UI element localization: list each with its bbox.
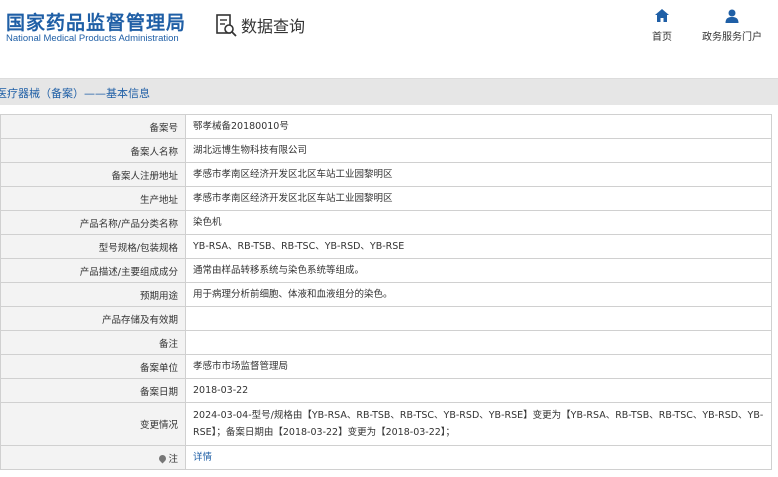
row-value: 2018-03-22 [185, 378, 772, 403]
site-logo-title[interactable]: 国家药品监督管理局 [6, 8, 186, 35]
row-value: 通常由样品转移系统与染色系统等组成。 [185, 258, 772, 283]
note-label-cell: 注 [0, 445, 186, 470]
data-query-label: 数据查询 [241, 17, 306, 36]
table-row: 备案人注册地址 孝感市孝南区经济开发区北区车站工业园黎明区 [0, 162, 772, 187]
row-value: YB-RSA、RB-TSB、RB-TSC、YB-RSD、YB-RSE [185, 234, 772, 259]
row-label: 备注 [0, 330, 186, 355]
row-label: 备案人名称 [0, 138, 186, 163]
row-value: 孝感市市场监督管理局 [185, 354, 772, 379]
row-label: 产品存储及有效期 [0, 306, 186, 331]
row-label: 产品名称/产品分类名称 [0, 210, 186, 235]
home-icon [655, 9, 669, 22]
table-row: 备案单位 孝感市市场监督管理局 [0, 354, 772, 379]
table-row: 备案日期 2018-03-22 [0, 378, 772, 403]
row-label: 生产地址 [0, 186, 186, 211]
row-label: 注 [168, 453, 178, 465]
row-value [185, 330, 772, 355]
row-label: 产品描述/主要组成成分 [0, 258, 186, 283]
row-label: 型号规格/包装规格 [0, 234, 186, 259]
row-label: 变更情况 [0, 402, 186, 446]
pin-icon [158, 453, 168, 463]
section-header: 医疗器械（备案）——基本信息 [0, 78, 778, 105]
document-search-icon [216, 14, 237, 37]
row-value: 2024-03-04-型号/规格由【YB-RSA、RB-TSB、RB-TSC、Y… [185, 402, 772, 446]
table-row: 预期用途 用于病理分析前细胞、体液和血液组分的染色。 [0, 282, 772, 307]
table-row: 产品描述/主要组成成分 通常由样品转移系统与染色系统等组成。 [0, 258, 772, 283]
table-row: 型号规格/包装规格 YB-RSA、RB-TSB、RB-TSC、YB-RSD、YB… [0, 234, 772, 259]
table-row: 产品名称/产品分类名称 染色机 [0, 210, 772, 235]
nav-home-label: 首页 [652, 32, 672, 43]
row-label: 预期用途 [0, 282, 186, 307]
record-detail-table: 备案号 鄂孝械备20180010号 备案人名称 湖北远博生物科技有限公司 备案人… [0, 114, 772, 470]
row-label: 备案人注册地址 [0, 162, 186, 187]
table-row: 产品存储及有效期 [0, 306, 772, 331]
table-row: 备案号 鄂孝械备20180010号 [0, 114, 772, 139]
section-title: 医疗器械（备案）——基本信息 [0, 87, 150, 100]
nav-home[interactable]: 首页 [650, 8, 674, 43]
row-label: 备案日期 [0, 378, 186, 403]
row-value [185, 306, 772, 331]
table-row: 备案人名称 湖北远博生物科技有限公司 [0, 138, 772, 163]
row-value: 染色机 [185, 210, 772, 235]
nav-service-portal-label: 政务服务门户 [702, 32, 762, 43]
row-value: 详情 [185, 445, 772, 470]
data-query-link[interactable]: 数据查询 [214, 13, 305, 37]
row-value: 孝感市孝南区经济开发区北区车站工业园黎明区 [185, 186, 772, 211]
row-value: 湖北远博生物科技有限公司 [185, 138, 772, 163]
details-link[interactable]: 详情 [193, 452, 212, 463]
nav-service-portal[interactable]: 政务服务门户 [700, 8, 764, 43]
table-row: 注 详情 [0, 445, 772, 470]
site-logo-subtitle: National Medical Products Administration [6, 33, 179, 44]
table-row: 变更情况 2024-03-04-型号/规格由【YB-RSA、RB-TSB、RB-… [0, 402, 772, 446]
row-label: 备案单位 [0, 354, 186, 379]
row-value: 孝感市孝南区经济开发区北区车站工业园黎明区 [185, 162, 772, 187]
table-row: 备注 [0, 330, 772, 355]
site-header: 国家药品监督管理局 National Medical Products Admi… [0, 0, 778, 68]
row-label: 备案号 [0, 114, 186, 139]
row-value: 用于病理分析前细胞、体液和血液组分的染色。 [185, 282, 772, 307]
row-value: 鄂孝械备20180010号 [185, 114, 772, 139]
user-icon [725, 9, 739, 23]
table-row: 生产地址 孝感市孝南区经济开发区北区车站工业园黎明区 [0, 186, 772, 211]
